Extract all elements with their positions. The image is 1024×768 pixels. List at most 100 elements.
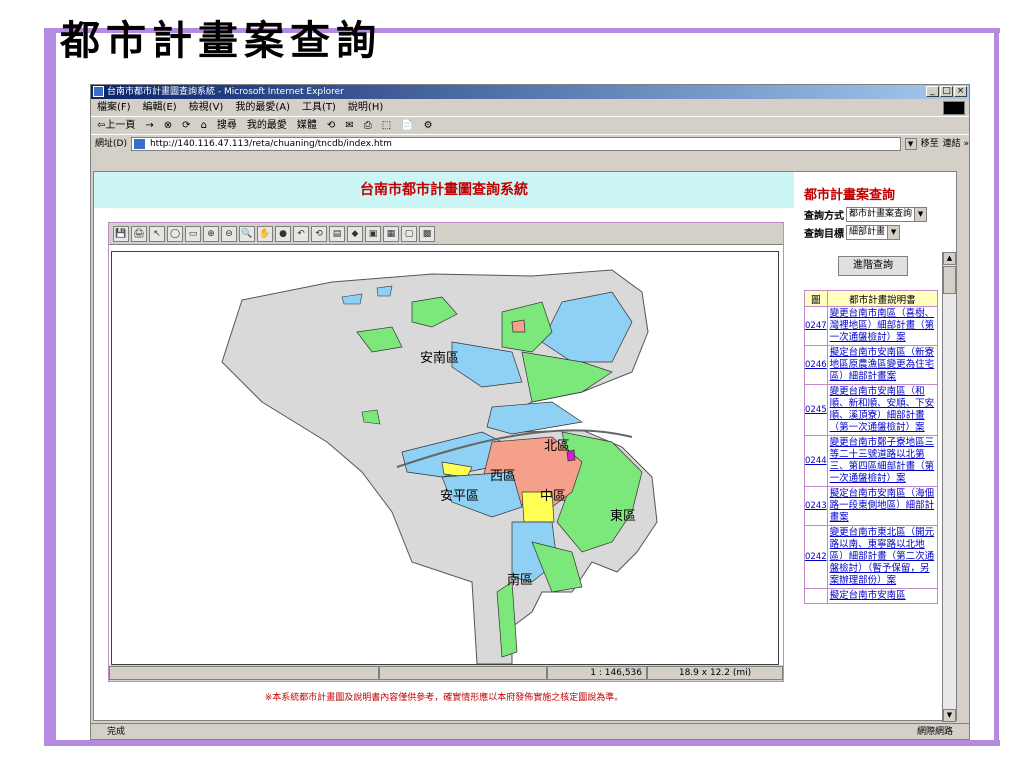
slide-title: 都市計畫案查詢 [60,17,382,64]
table-row: 0245 變更台南市安南區（和順、新和順、安順、下安順、溪頂寮）細部計畫（第一次… [804,384,939,436]
menu-favorites[interactable]: 我的最愛(A) [235,99,290,116]
query-method-value: 都市計畫案查詢 [849,209,913,219]
go-button[interactable]: 移至 [921,135,939,153]
back-button[interactable]: ⇦上一頁 [97,117,135,134]
forward-button[interactable]: → [145,117,153,134]
address-input[interactable]: http://140.116.47.113/reta/chuaning/tncd… [130,137,901,151]
save-icon[interactable]: 💾 [113,226,129,242]
edit-button[interactable]: ⬚ [382,117,391,134]
scroll-up-icon[interactable]: ▲ [943,252,956,265]
map-status-bar: 1 : 146,536 18.9 x 12.2 (mi) [109,665,783,681]
plan-number-link[interactable] [804,588,828,604]
grid-icon[interactable]: ▩ [419,226,435,242]
plan-number-link[interactable]: 0247 [804,306,828,346]
pan-icon[interactable]: ✋ [257,226,273,242]
page-icon [133,139,145,149]
map-extent: 18.9 x 12.2 (mi) [647,666,783,680]
zone-blue-8 [376,285,393,297]
table-icon[interactable]: ▦ [383,226,399,242]
settings-button[interactable]: ⚙ [424,117,433,134]
history-button[interactable]: ⟲ [327,117,335,134]
district-label-north: 北區 [544,439,570,454]
media-button[interactable]: 媒體 [297,117,317,134]
slide-frame-right [994,28,999,746]
maximize-button[interactable]: □ [940,86,953,97]
search-button[interactable]: 搜尋 [217,117,237,134]
slide-frame-bottom [44,740,1000,746]
print-icon[interactable]: 🖨 [131,226,147,242]
query-method-row: 查詢方式 都市計畫案查詢 ▼ [804,207,956,222]
menu-bar: 檔案(F) 編輯(E) 檢視(V) 我的最愛(A) 工具(T) 說明(H) [91,99,969,117]
status-text: 完成 [107,727,126,737]
windows-logo-icon [943,101,965,115]
zoom-in-icon[interactable]: ⊕ [203,226,219,242]
plan-title-link[interactable]: 變更台南市東北區（開元路以南、東寧路以北地區）細部計畫（第二次通盤檢討）（暫予保… [826,525,939,589]
overview-icon[interactable]: ▣ [365,226,381,242]
legend-icon[interactable]: ◆ [347,226,363,242]
district-label-west: 西區 [490,469,516,484]
plan-number-link[interactable]: 0242 [804,525,828,589]
plan-number-link[interactable]: 0244 [804,435,828,487]
plan-title-link[interactable]: 擬定台南市安南區（新寮地區原農漁區變更為住宅區）細部計畫案 [826,345,939,385]
map-view[interactable]: 安南區 北區 西區 安平區 中區 東區 南區 [111,251,779,665]
plan-title-link[interactable]: 變更台南市鄭子寮地區三等二十三號道路以北第三、第四區細部計畫（第一次通盤檢討）案 [826,435,939,487]
menu-tools[interactable]: 工具(T) [302,99,336,116]
query-target-select[interactable]: 細部計畫 ▼ [846,225,901,240]
stop-button[interactable]: ⊗ [164,117,172,134]
query-method-select[interactable]: 都市計畫案查詢 ▼ [846,207,928,222]
map-toolbar: 💾 🖨 ↖ ◯ ▭ ⊕ ⊖ 🔍 ✋ ● ↶ ⟲ ▤ ◆ ▣ ▦ ▢ ▩ [109,223,783,245]
menu-help[interactable]: 說明(H) [348,99,383,116]
district-label-east: 東區 [610,508,636,524]
map-status-cell [379,666,547,680]
table-row: 擬定台南市安南區 [804,588,939,604]
plan-number-link[interactable]: 0245 [804,384,828,436]
select-rect-icon[interactable]: ▭ [185,226,201,242]
refresh-map-icon[interactable]: ⟲ [311,226,327,242]
chevron-down-icon: ▼ [887,226,900,239]
zone-pink-1 [511,319,526,333]
browser-toolbar: ⇦上一頁 → ⊗ ⟳ ⌂ 搜尋 我的最愛 媒體 ⟲ ✉ ⎙ ⬚ 📄 ⚙ [91,117,969,135]
district-label-annan: 安南區 [420,350,459,366]
window-title: 台南市都市計畫圖查詢系統 - Microsoft Internet Explor… [107,87,344,97]
advanced-query-button[interactable]: 進階查詢 [838,256,908,276]
plan-document-table: 圖 都市計畫說明書 0247 變更台南市南區（喜樹、灣裡地區）細部計畫（第一次通… [804,290,939,604]
globe-icon[interactable]: ● [275,226,291,242]
select-circle-icon[interactable]: ◯ [167,226,183,242]
pointer-icon[interactable]: ↖ [149,226,165,242]
zoom-out-icon[interactable]: ⊖ [221,226,237,242]
refresh-button[interactable]: ⟳ [182,117,190,134]
query-scrollbar[interactable]: ▲ ▼ [942,252,956,722]
print-button[interactable]: ⎙ [364,117,372,134]
close-button[interactable]: × [954,86,967,97]
links-button[interactable]: 連結 » [943,135,969,153]
chevron-down-icon: ▼ [914,208,927,221]
back-extent-icon[interactable]: ↶ [293,226,309,242]
menu-view[interactable]: 檢視(V) [189,99,224,116]
discuss-button[interactable]: 📄 [401,117,413,134]
plan-number-link[interactable]: 0243 [804,486,828,526]
slide-frame-left [44,28,56,746]
query-target-row: 查詢目標 細部計畫 ▼ [804,225,956,240]
scroll-down-icon[interactable]: ▼ [943,709,956,722]
window-icon[interactable]: ▢ [401,226,417,242]
scroll-thumb[interactable] [943,266,956,294]
menu-edit[interactable]: 編輯(E) [143,99,177,116]
district-label-south: 南區 [507,572,533,588]
plan-title-link[interactable]: 變更台南市南區（喜樹、灣裡地區）細部計畫（第一次通盤檢討）案 [826,306,939,346]
address-dropdown-button[interactable]: ▼ [904,138,917,150]
ie-icon [93,86,104,97]
disclaimer: ※本系統都市計畫圖及說明書內容僅供參考，確實情形應以本府發佈實施之核定圖說為準。 [264,693,624,703]
plan-number-link[interactable]: 0246 [804,345,828,385]
plan-title-link[interactable]: 擬定台南市安南區（海佃路一段東側地區）細部計畫案 [826,486,939,526]
favorites-button[interactable]: 我的最愛 [247,117,287,134]
menu-file[interactable]: 檔案(F) [97,99,131,116]
home-button[interactable]: ⌂ [201,117,207,134]
plan-title-link[interactable]: 變更台南市安南區（和順、新和順、安順、下安順、溪頂寮）細部計畫（第一次通盤檢討）… [826,384,939,436]
minimize-button[interactable]: _ [926,86,939,97]
layer-list-icon[interactable]: ▤ [329,226,345,242]
plan-title-link[interactable]: 擬定台南市安南區 [826,588,939,604]
mail-button[interactable]: ✉ [345,117,353,134]
zoom-icon[interactable]: 🔍 [239,226,255,242]
browser-window: 台南市都市計畫圖查詢系統 - Microsoft Internet Explor… [90,84,970,740]
table-row: 0242 變更台南市東北區（開元路以南、東寧路以北地區）細部計畫（第二次通盤檢討… [804,525,939,589]
